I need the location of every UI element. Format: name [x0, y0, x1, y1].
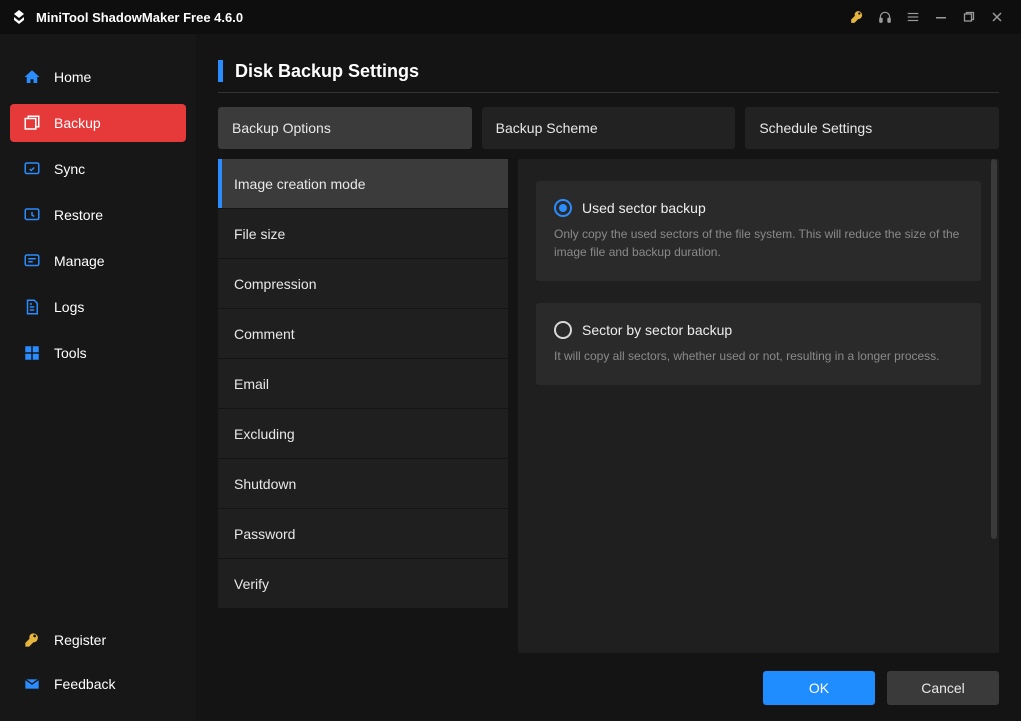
headphones-icon[interactable]: [871, 3, 899, 31]
page-header: Disk Backup Settings: [218, 60, 999, 93]
sidebar-item-label: Sync: [54, 161, 85, 177]
radio-description: It will copy all sectors, whether used o…: [554, 347, 963, 365]
title-accent-bar: [218, 60, 223, 82]
sidebar-item-logs[interactable]: Logs: [10, 288, 186, 326]
restore-icon: [22, 205, 42, 225]
cancel-button[interactable]: Cancel: [887, 671, 999, 705]
tab-backup-options[interactable]: Backup Options: [218, 107, 472, 149]
sidebar-bottom: Register Feedback: [10, 621, 186, 709]
sidebar-item-home[interactable]: Home: [10, 58, 186, 96]
sidebar-item-label: Tools: [54, 345, 87, 361]
radio-icon: [554, 321, 572, 339]
sidebar-item-label: Backup: [54, 115, 101, 131]
options-list: Image creation mode File size Compressio…: [218, 159, 508, 653]
sidebar-nav: Home Backup Sync Restore: [10, 58, 186, 621]
sidebar-item-manage[interactable]: Manage: [10, 242, 186, 280]
app-title: MiniTool ShadowMaker Free 4.6.0: [36, 10, 243, 25]
option-email[interactable]: Email: [218, 359, 508, 409]
sidebar-item-label: Register: [54, 632, 106, 648]
mail-icon: [22, 674, 42, 694]
key-icon: [22, 630, 42, 650]
manage-icon: [22, 251, 42, 271]
option-detail-panel: Used sector backup Only copy the used se…: [518, 159, 999, 653]
menu-icon[interactable]: [899, 3, 927, 31]
main-panel: Disk Backup Settings Backup Options Back…: [196, 34, 1021, 721]
sidebar-item-label: Home: [54, 69, 91, 85]
sidebar-item-feedback[interactable]: Feedback: [10, 665, 186, 703]
option-shutdown[interactable]: Shutdown: [218, 459, 508, 509]
option-file-size[interactable]: File size: [218, 209, 508, 259]
tools-icon: [22, 343, 42, 363]
close-icon[interactable]: [983, 3, 1011, 31]
radio-label: Sector by sector backup: [582, 322, 732, 338]
page-title: Disk Backup Settings: [235, 61, 419, 82]
options-content: Image creation mode File size Compressio…: [218, 159, 999, 653]
maximize-icon[interactable]: [955, 3, 983, 31]
option-comment[interactable]: Comment: [218, 309, 508, 359]
app-logo-icon: [10, 8, 28, 26]
logs-icon: [22, 297, 42, 317]
sidebar-item-label: Feedback: [54, 676, 115, 692]
tab-backup-scheme[interactable]: Backup Scheme: [482, 107, 736, 149]
scrollbar-thumb[interactable]: [991, 159, 997, 539]
radio-card-sector-by-sector: Sector by sector backup It will copy all…: [536, 303, 981, 385]
titlebar: MiniTool ShadowMaker Free 4.6.0: [0, 0, 1021, 34]
option-verify[interactable]: Verify: [218, 559, 508, 609]
radio-card-used-sector: Used sector backup Only copy the used se…: [536, 181, 981, 281]
radio-used-sector[interactable]: Used sector backup: [554, 199, 963, 217]
sidebar-item-register[interactable]: Register: [10, 621, 186, 659]
sidebar-item-label: Logs: [54, 299, 84, 315]
sidebar-item-backup[interactable]: Backup: [10, 104, 186, 142]
sidebar-item-label: Manage: [54, 253, 105, 269]
dialog-footer: OK Cancel: [218, 653, 999, 705]
radio-description: Only copy the used sectors of the file s…: [554, 225, 963, 261]
sidebar-item-label: Restore: [54, 207, 103, 223]
radio-label: Used sector backup: [582, 200, 706, 216]
sidebar-item-sync[interactable]: Sync: [10, 150, 186, 188]
sidebar: Home Backup Sync Restore: [0, 34, 196, 721]
backup-icon: [22, 113, 42, 133]
option-password[interactable]: Password: [218, 509, 508, 559]
home-icon: [22, 67, 42, 87]
key-icon[interactable]: [843, 3, 871, 31]
sidebar-item-restore[interactable]: Restore: [10, 196, 186, 234]
radio-sector-by-sector[interactable]: Sector by sector backup: [554, 321, 963, 339]
tabs: Backup Options Backup Scheme Schedule Se…: [218, 107, 999, 149]
sidebar-item-tools[interactable]: Tools: [10, 334, 186, 372]
option-excluding[interactable]: Excluding: [218, 409, 508, 459]
radio-icon: [554, 199, 572, 217]
tab-schedule-settings[interactable]: Schedule Settings: [745, 107, 999, 149]
ok-button[interactable]: OK: [763, 671, 875, 705]
sync-icon: [22, 159, 42, 179]
option-compression[interactable]: Compression: [218, 259, 508, 309]
option-image-creation-mode[interactable]: Image creation mode: [218, 159, 508, 209]
minimize-icon[interactable]: [927, 3, 955, 31]
